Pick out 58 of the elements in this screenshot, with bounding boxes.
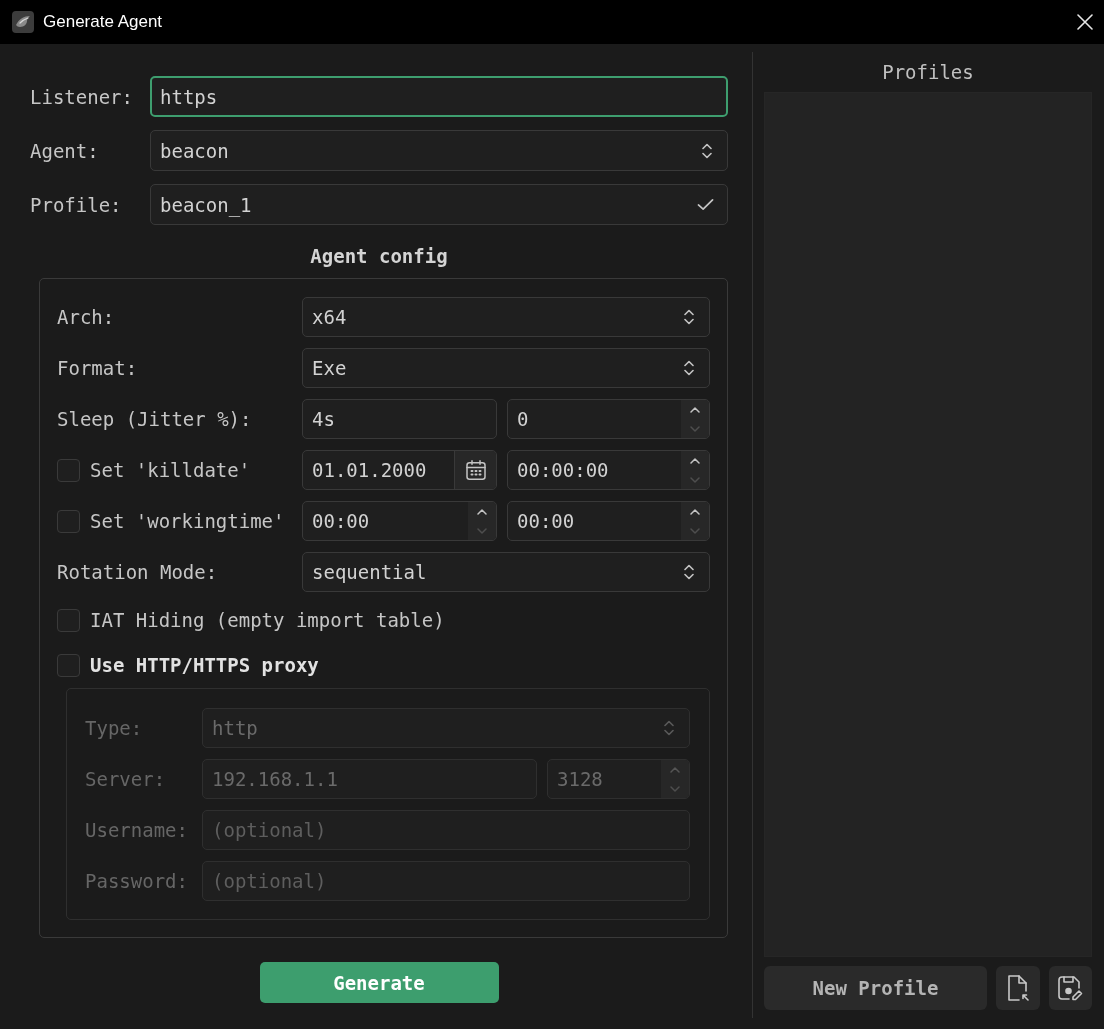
calendar-icon xyxy=(465,460,486,480)
chevrons-up-down-icon xyxy=(702,142,712,159)
field-label: Set 'killdate' xyxy=(90,459,251,481)
select-field[interactable]: sequential xyxy=(302,552,710,592)
select-field[interactable]: beacon xyxy=(150,130,728,171)
panel-title: Profiles xyxy=(882,61,974,83)
chevron-down-icon xyxy=(690,425,700,432)
field-label: Rotation Mode: xyxy=(57,561,218,583)
chevron-up-icon xyxy=(477,508,487,515)
check-icon xyxy=(697,198,714,211)
calendar-button[interactable] xyxy=(454,451,496,489)
field-label: Server: xyxy=(85,768,167,790)
field-label: Sleep (Jitter %): xyxy=(57,408,252,430)
text-field[interactable]: https xyxy=(150,76,728,117)
chevrons-up-down-icon xyxy=(664,720,674,736)
chevron-down-icon xyxy=(690,476,700,483)
chevron-down-icon xyxy=(670,785,680,792)
field-label: Username: xyxy=(85,819,189,841)
chevrons-up-down-icon xyxy=(684,309,694,325)
load-profile-button[interactable] xyxy=(996,966,1040,1010)
field-label: Format: xyxy=(57,357,138,379)
checkbox[interactable] xyxy=(57,608,80,632)
chevron-down-icon xyxy=(690,527,700,534)
chevron-down-icon xyxy=(477,527,487,534)
chevron-up-icon xyxy=(670,766,680,773)
spin-box[interactable]: 0 xyxy=(507,399,710,439)
combo-field[interactable]: beacon_1 xyxy=(150,184,728,225)
checkbox-label: IAT Hiding (empty import table) xyxy=(90,609,445,631)
save-edit-icon xyxy=(1058,975,1083,1001)
chevrons-up-down-icon xyxy=(684,360,694,376)
close-icon xyxy=(1077,14,1093,30)
spin-box[interactable]: 00:00:00 xyxy=(507,450,710,490)
field-label: Listener: xyxy=(30,85,134,108)
spin-box[interactable]: 00:00 xyxy=(302,501,497,541)
field-label: Password: xyxy=(85,870,189,892)
checkbox-label: Use HTTP/HTTPS proxy xyxy=(90,654,319,676)
chevron-up-icon xyxy=(690,457,700,464)
select-field[interactable]: Exe xyxy=(302,348,710,388)
field-label: Agent: xyxy=(30,139,100,162)
chevron-up-icon xyxy=(690,508,700,515)
field-label: Profile: xyxy=(30,193,123,216)
spin-box[interactable]: 00:00 xyxy=(507,501,710,541)
document-arrow-icon xyxy=(1007,975,1029,1001)
checkbox[interactable] xyxy=(57,458,80,482)
section-title: Agent config xyxy=(310,245,448,267)
save-profile-button[interactable] xyxy=(1049,966,1092,1010)
chevron-up-icon xyxy=(690,406,700,413)
select-field[interactable]: x64 xyxy=(302,297,710,337)
app-logo-icon xyxy=(12,11,34,33)
window-title: Generate Agent xyxy=(43,11,163,33)
field-label: Type: xyxy=(85,717,144,739)
checkbox[interactable] xyxy=(57,509,80,533)
chevrons-up-down-icon xyxy=(684,564,694,580)
field-label: Set 'workingtime' xyxy=(90,510,285,532)
text-field[interactable]: 4s xyxy=(302,399,497,439)
date-field[interactable]: 01.01.2000 xyxy=(302,450,497,490)
new-profile-button[interactable]: New Profile xyxy=(764,966,987,1010)
field-label: Arch: xyxy=(57,306,115,328)
